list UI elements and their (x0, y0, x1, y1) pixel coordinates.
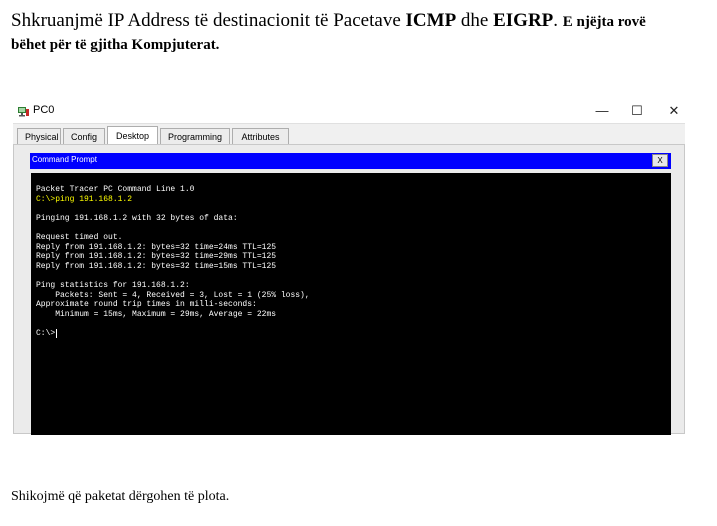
window-title: PC0 (33, 104, 55, 116)
tab-physical[interactable]: Physical (17, 128, 61, 144)
tab-attributes[interactable]: Attributes (232, 128, 289, 144)
maximize-button[interactable]: ☐ (624, 102, 650, 120)
heading-line2: bëhet për të gjitha Kompjuterat. (11, 37, 220, 53)
terminal-line: Minimum = 15ms, Maximum = 29ms, Average … (36, 309, 277, 319)
tab-desktop[interactable]: Desktop (107, 126, 158, 145)
terminal-line: Packets: Sent = 4, Received = 3, Lost = … (36, 290, 310, 300)
terminal-line: Packet Tracer PC Command Line 1.0 (36, 185, 195, 194)
terminal-line: Pinging 191.168.1.2 with 32 bytes of dat… (36, 213, 238, 223)
text-cursor (56, 329, 58, 338)
terminal-line: Reply from 191.168.1.2: bytes=32 time=15… (36, 261, 277, 271)
command-prompt-titlebar: Command Prompt X (30, 153, 671, 169)
close-button[interactable]: ✕ (661, 102, 687, 120)
tab-programming[interactable]: Programming (160, 128, 230, 144)
terminal-line: Request timed out. (36, 233, 123, 242)
terminal-line: Reply from 191.168.1.2: bytes=32 time=24… (36, 242, 277, 252)
heading-eigrp: EIGRP (493, 10, 554, 31)
terminal-line: Reply from 191.168.1.2: bytes=32 time=29… (36, 252, 277, 262)
tab-strip: Physical Config Desktop Programming Attr… (13, 123, 685, 145)
command-prompt-title: Command Prompt (32, 155, 97, 164)
window-titlebar[interactable]: PC0 — ☐ ✕ (11, 100, 687, 122)
heading-part2: E njëjta rovë (562, 14, 646, 30)
document-bottom-text: Shikojmë që paketat dërgohen të plota. (11, 489, 230, 504)
terminal-line: Approximate round trip times in milli-se… (36, 300, 257, 310)
packet-tracer-pc-icon (17, 105, 30, 117)
minimize-button[interactable]: — (589, 102, 615, 120)
tab-config[interactable]: Config (63, 128, 105, 144)
terminal-line: C:\>ping 191.168.1.2 (36, 194, 133, 204)
pc0-window: PC0 — ☐ ✕ Physical Config Desktop Progra… (11, 100, 687, 435)
heading-icmp: ICMP (405, 10, 457, 31)
heading-dhe: dhe (460, 10, 489, 31)
heading-dot: . (553, 10, 559, 31)
desktop-content: Command Prompt X Packet Tracer PC Comman… (13, 144, 685, 435)
document-heading: Shkruanjmë IP Address të destinacionit t… (11, 8, 711, 55)
command-prompt-close-button[interactable]: X (652, 154, 668, 167)
terminal-line: Ping statistics for 191.168.1.2: (36, 281, 190, 290)
heading-text: Shkruanjmë IP Address të destinacionit t… (11, 10, 401, 31)
terminal-prompt: C:\> (36, 329, 56, 338)
command-prompt-terminal[interactable]: Packet Tracer PC Command Line 1.0 C:\>pin… (31, 173, 671, 435)
